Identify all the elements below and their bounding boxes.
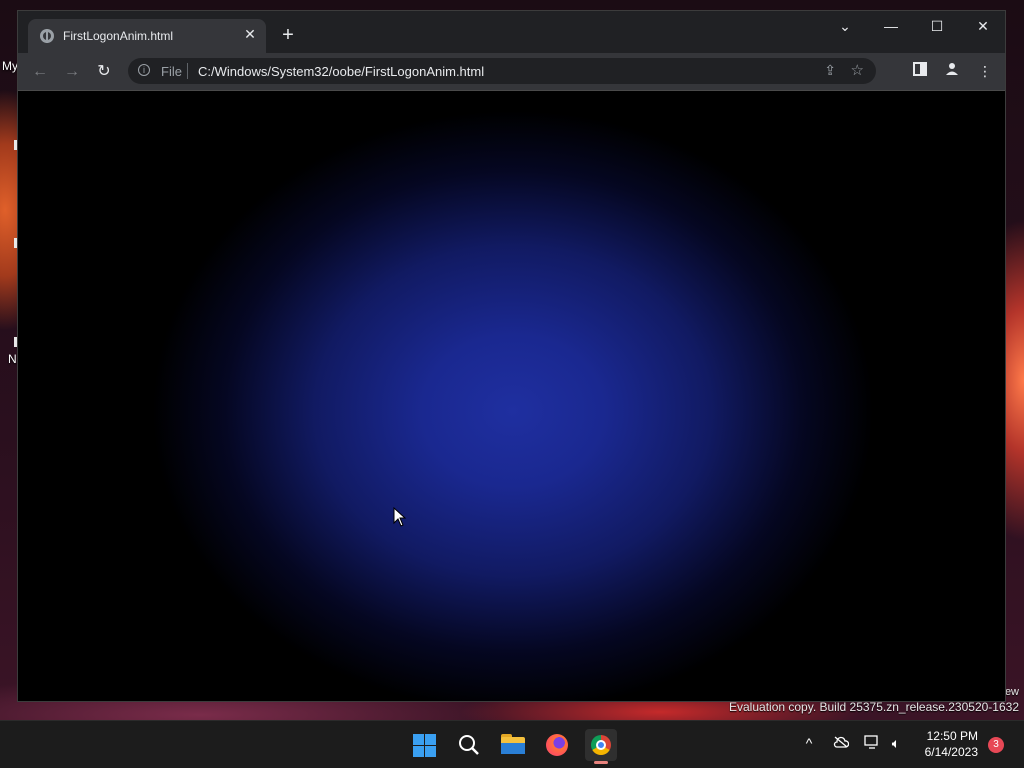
close-window-button[interactable]: ✕	[960, 11, 1006, 41]
notification-badge[interactable]: 3	[988, 737, 1004, 753]
file-explorer-icon[interactable]	[497, 729, 529, 761]
side-panel-icon[interactable]	[910, 61, 930, 81]
evaluation-watermark: ew Evaluation copy. Build 25375.zn_relea…	[729, 686, 1019, 714]
start-icon[interactable]	[408, 729, 440, 761]
profile-icon[interactable]	[942, 61, 962, 81]
menu-kebab-icon[interactable]: ⋮	[975, 61, 995, 81]
scheme-label: File	[161, 64, 182, 79]
bookmark-star-icon[interactable]: ☆	[851, 61, 864, 79]
url-text[interactable]: C:/Windows/System32/oobe/FirstLogonAnim.…	[198, 64, 484, 79]
globe-icon	[40, 29, 54, 43]
divider	[187, 63, 188, 79]
back-button[interactable]: ←	[29, 61, 51, 83]
tab-firstlogonanim[interactable]: FirstLogonAnim.html ✕	[28, 19, 266, 53]
network-icon[interactable]	[862, 735, 882, 752]
forward-button[interactable]: →	[61, 61, 83, 83]
page-content-animation[interactable]	[18, 91, 1005, 701]
close-tab-icon[interactable]: ✕	[242, 26, 258, 43]
mouse-cursor-icon	[393, 507, 407, 527]
running-indicator	[594, 761, 608, 764]
reload-button[interactable]: ↻	[93, 61, 115, 83]
tab-title: FirstLogonAnim.html	[63, 29, 174, 43]
browser-toolbar: ← → ↻ i File C:/Windows/System32/oobe/Fi…	[18, 53, 1005, 91]
tab-strip: FirstLogonAnim.html ✕ + ⌄ — ☐ ✕	[18, 11, 1005, 53]
watermark-partial: ew	[1004, 686, 1019, 698]
share-icon[interactable]: ⇪	[824, 62, 836, 79]
address-bar[interactable]: i File C:/Windows/System32/oobe/FirstLog…	[128, 58, 876, 84]
clock-time: 12:50 PM	[926, 729, 978, 743]
clock-date: 6/14/2023	[924, 745, 978, 759]
taskbar: ^ 🔈︎ 12:50 PM 6/14/2023 3	[0, 720, 1024, 768]
browser-window: FirstLogonAnim.html ✕ + ⌄ — ☐ ✕ ← → ↻ i …	[17, 10, 1006, 702]
new-tab-button[interactable]: +	[278, 25, 298, 45]
tab-search-button[interactable]: ⌄	[822, 11, 868, 41]
maximize-button[interactable]: ☐	[914, 11, 960, 41]
onedrive-cloud-icon[interactable]	[831, 735, 851, 751]
taskbar-clock[interactable]: 12:50 PM 6/14/2023	[916, 728, 978, 760]
desktop-icon-label[interactable]: My	[2, 59, 18, 73]
show-hidden-icons-chevron-icon[interactable]: ^	[799, 735, 819, 751]
desktop-icon-label[interactable]: N	[8, 352, 17, 366]
firefox-icon[interactable]	[541, 729, 573, 761]
chrome-icon[interactable]	[585, 729, 617, 764]
info-icon[interactable]: i	[138, 64, 150, 76]
watermark-text: Evaluation copy. Build 25375.zn_release.…	[729, 700, 1019, 714]
search-icon[interactable]	[453, 729, 485, 761]
minimize-button[interactable]: —	[868, 11, 914, 41]
volume-icon[interactable]: 🔈︎	[886, 735, 906, 752]
